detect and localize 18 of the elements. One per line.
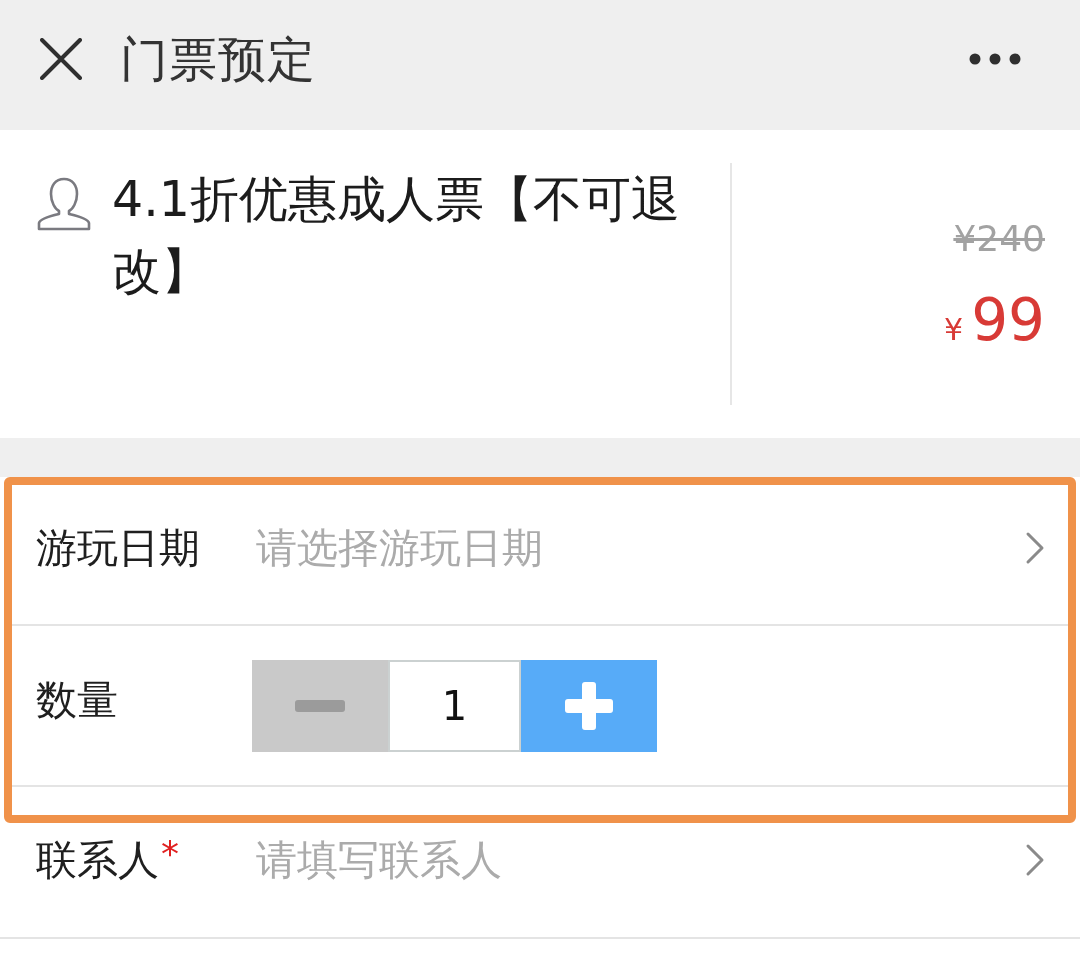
field-label: 游玩日期 <box>36 522 200 574</box>
minus-icon <box>295 699 345 712</box>
original-price: ¥240 <box>953 219 1045 259</box>
chevron-right-icon <box>1025 843 1045 877</box>
quantity-field[interactable]: 1 <box>388 659 521 752</box>
sale-price: ¥99 <box>944 289 1045 356</box>
product-name: 4.1折优惠成人票【不可退改】 <box>112 170 681 302</box>
field-label: 数量 <box>36 674 118 726</box>
close-icon[interactable] <box>40 38 82 80</box>
more-icon[interactable] <box>969 53 1021 65</box>
person-icon <box>36 176 92 232</box>
chevron-right-icon <box>1025 530 1045 565</box>
text-field[interactable]: 请选择游玩日期 <box>256 518 1025 577</box>
window-title: 门票预定 <box>120 30 316 89</box>
field-label: 联系人 <box>36 835 159 886</box>
plus-icon <box>565 681 613 730</box>
required-mark: * <box>161 834 179 874</box>
text-field[interactable]: 请填写联系人 <box>256 831 1025 889</box>
